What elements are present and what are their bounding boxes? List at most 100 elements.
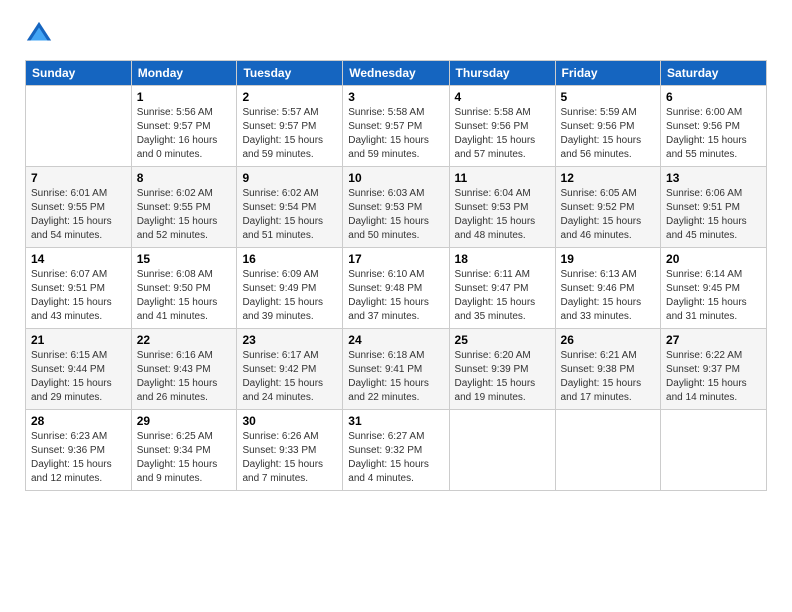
day-number: 21	[31, 333, 126, 347]
day-header-saturday: Saturday	[661, 61, 767, 86]
day-info: Sunrise: 6:09 AM Sunset: 9:49 PM Dayligh…	[242, 268, 337, 324]
day-number: 16	[242, 252, 337, 266]
calendar-cell: 20 Sunrise: 6:14 AM Sunset: 9:45 PM Dayli…	[661, 248, 767, 329]
calendar-cell: 31 Sunrise: 6:27 AM Sunset: 9:32 PM Dayli…	[343, 410, 449, 491]
day-info: Sunrise: 5:58 AM Sunset: 9:56 PM Dayligh…	[455, 106, 550, 162]
calendar-cell: 8Sunrise: 6:02 AM Sunset: 9:55 PM Daylig…	[131, 167, 237, 248]
day-number: 27	[666, 333, 761, 347]
day-info: Sunrise: 6:13 AM Sunset: 9:46 PM Dayligh…	[561, 268, 656, 324]
calendar-cell: 26 Sunrise: 6:21 AM Sunset: 9:38 PM Dayli…	[555, 329, 661, 410]
day-header-monday: Monday	[131, 61, 237, 86]
day-number: 4	[455, 90, 550, 104]
day-info: Sunrise: 6:17 AM Sunset: 9:42 PM Dayligh…	[242, 349, 337, 405]
calendar-cell: 30 Sunrise: 6:26 AM Sunset: 9:33 PM Dayli…	[237, 410, 343, 491]
calendar-cell: 29Sunrise: 6:25 AM Sunset: 9:34 PM Dayli…	[131, 410, 237, 491]
day-number: 20	[666, 252, 761, 266]
calendar-cell: 16 Sunrise: 6:09 AM Sunset: 9:49 PM Dayli…	[237, 248, 343, 329]
day-info: Sunrise: 6:08 AM Sunset: 9:50 PM Dayligh…	[137, 268, 232, 324]
day-info: Sunrise: 6:11 AM Sunset: 9:47 PM Dayligh…	[455, 268, 550, 324]
day-number: 1	[137, 90, 232, 104]
day-info: Sunrise: 6:26 AM Sunset: 9:33 PM Dayligh…	[242, 430, 337, 486]
calendar-cell: 15 Sunrise: 6:08 AM Sunset: 9:50 PM Dayli…	[131, 248, 237, 329]
calendar-cell	[26, 86, 132, 167]
day-info: Sunrise: 5:56 AM Sunset: 9:57 PM Dayligh…	[137, 106, 232, 162]
day-number: 14	[31, 252, 126, 266]
calendar-cell: 13Sunrise: 6:06 AM Sunset: 9:51 PM Dayli…	[661, 167, 767, 248]
calendar-cell: 27 Sunrise: 6:22 AM Sunset: 9:37 PM Dayli…	[661, 329, 767, 410]
day-info: Sunrise: 6:03 AM Sunset: 9:53 PM Dayligh…	[348, 187, 443, 243]
day-number: 11	[455, 171, 550, 185]
calendar-week-4: 21Sunrise: 6:15 AM Sunset: 9:44 PM Dayli…	[26, 329, 767, 410]
calendar-cell: 9 Sunrise: 6:02 AM Sunset: 9:54 PM Daylig…	[237, 167, 343, 248]
day-info: Sunrise: 6:01 AM Sunset: 9:55 PM Dayligh…	[31, 187, 126, 243]
day-header-thursday: Thursday	[449, 61, 555, 86]
header	[25, 20, 767, 48]
calendar-cell: 2 Sunrise: 5:57 AM Sunset: 9:57 PM Daylig…	[237, 86, 343, 167]
calendar-cell	[449, 410, 555, 491]
day-info: Sunrise: 6:18 AM Sunset: 9:41 PM Dayligh…	[348, 349, 443, 405]
day-number: 25	[455, 333, 550, 347]
day-info: Sunrise: 5:59 AM Sunset: 9:56 PM Dayligh…	[561, 106, 656, 162]
calendar-table: SundayMondayTuesdayWednesdayThursdayFrid…	[25, 60, 767, 491]
day-info: Sunrise: 5:58 AM Sunset: 9:57 PM Dayligh…	[348, 106, 443, 162]
calendar-cell: 10 Sunrise: 6:03 AM Sunset: 9:53 PM Dayli…	[343, 167, 449, 248]
logo	[25, 20, 57, 48]
day-number: 31	[348, 414, 443, 428]
day-number: 30	[242, 414, 337, 428]
day-number: 2	[242, 90, 337, 104]
day-header-wednesday: Wednesday	[343, 61, 449, 86]
day-number: 28	[31, 414, 126, 428]
calendar-cell: 12Sunrise: 6:05 AM Sunset: 9:52 PM Dayli…	[555, 167, 661, 248]
day-number: 3	[348, 90, 443, 104]
logo-icon	[25, 20, 53, 48]
calendar-week-1: 1 Sunrise: 5:56 AM Sunset: 9:57 PM Daylig…	[26, 86, 767, 167]
calendar-week-2: 7 Sunrise: 6:01 AM Sunset: 9:55 PM Daylig…	[26, 167, 767, 248]
day-number: 7	[31, 171, 126, 185]
calendar-cell: 14Sunrise: 6:07 AM Sunset: 9:51 PM Dayli…	[26, 248, 132, 329]
day-number: 15	[137, 252, 232, 266]
day-info: Sunrise: 6:02 AM Sunset: 9:54 PM Dayligh…	[242, 187, 337, 243]
calendar-cell: 25 Sunrise: 6:20 AM Sunset: 9:39 PM Dayli…	[449, 329, 555, 410]
calendar-cell	[555, 410, 661, 491]
calendar-cell: 17Sunrise: 6:10 AM Sunset: 9:48 PM Dayli…	[343, 248, 449, 329]
calendar-cell: 5 Sunrise: 5:59 AM Sunset: 9:56 PM Daylig…	[555, 86, 661, 167]
day-info: Sunrise: 6:00 AM Sunset: 9:56 PM Dayligh…	[666, 106, 761, 162]
day-info: Sunrise: 6:22 AM Sunset: 9:37 PM Dayligh…	[666, 349, 761, 405]
day-header-sunday: Sunday	[26, 61, 132, 86]
day-number: 29	[137, 414, 232, 428]
day-info: Sunrise: 6:21 AM Sunset: 9:38 PM Dayligh…	[561, 349, 656, 405]
day-number: 26	[561, 333, 656, 347]
day-number: 13	[666, 171, 761, 185]
calendar-cell: 28 Sunrise: 6:23 AM Sunset: 9:36 PM Dayli…	[26, 410, 132, 491]
calendar-cell: 18 Sunrise: 6:11 AM Sunset: 9:47 PM Dayli…	[449, 248, 555, 329]
calendar-cell: 3 Sunrise: 5:58 AM Sunset: 9:57 PM Daylig…	[343, 86, 449, 167]
day-info: Sunrise: 6:20 AM Sunset: 9:39 PM Dayligh…	[455, 349, 550, 405]
calendar-cell: 7 Sunrise: 6:01 AM Sunset: 9:55 PM Daylig…	[26, 167, 132, 248]
calendar-week-5: 28 Sunrise: 6:23 AM Sunset: 9:36 PM Dayli…	[26, 410, 767, 491]
day-info: Sunrise: 6:23 AM Sunset: 9:36 PM Dayligh…	[31, 430, 126, 486]
calendar-cell: 11 Sunrise: 6:04 AM Sunset: 9:53 PM Dayli…	[449, 167, 555, 248]
day-number: 9	[242, 171, 337, 185]
calendar-cell: 6 Sunrise: 6:00 AM Sunset: 9:56 PM Daylig…	[661, 86, 767, 167]
day-header-tuesday: Tuesday	[237, 61, 343, 86]
day-number: 5	[561, 90, 656, 104]
calendar-cell	[661, 410, 767, 491]
day-info: Sunrise: 6:27 AM Sunset: 9:32 PM Dayligh…	[348, 430, 443, 486]
day-number: 10	[348, 171, 443, 185]
day-info: Sunrise: 6:04 AM Sunset: 9:53 PM Dayligh…	[455, 187, 550, 243]
day-header-friday: Friday	[555, 61, 661, 86]
day-info: Sunrise: 5:57 AM Sunset: 9:57 PM Dayligh…	[242, 106, 337, 162]
day-number: 6	[666, 90, 761, 104]
day-info: Sunrise: 6:14 AM Sunset: 9:45 PM Dayligh…	[666, 268, 761, 324]
day-number: 24	[348, 333, 443, 347]
day-number: 23	[242, 333, 337, 347]
day-info: Sunrise: 6:05 AM Sunset: 9:52 PM Dayligh…	[561, 187, 656, 243]
calendar-cell: 4 Sunrise: 5:58 AM Sunset: 9:56 PM Daylig…	[449, 86, 555, 167]
calendar-cell: 19 Sunrise: 6:13 AM Sunset: 9:46 PM Dayli…	[555, 248, 661, 329]
day-number: 18	[455, 252, 550, 266]
calendar-header-row: SundayMondayTuesdayWednesdayThursdayFrid…	[26, 61, 767, 86]
day-number: 19	[561, 252, 656, 266]
calendar-cell: 23 Sunrise: 6:17 AM Sunset: 9:42 PM Dayli…	[237, 329, 343, 410]
calendar-cell: 1 Sunrise: 5:56 AM Sunset: 9:57 PM Daylig…	[131, 86, 237, 167]
calendar-week-3: 14Sunrise: 6:07 AM Sunset: 9:51 PM Dayli…	[26, 248, 767, 329]
